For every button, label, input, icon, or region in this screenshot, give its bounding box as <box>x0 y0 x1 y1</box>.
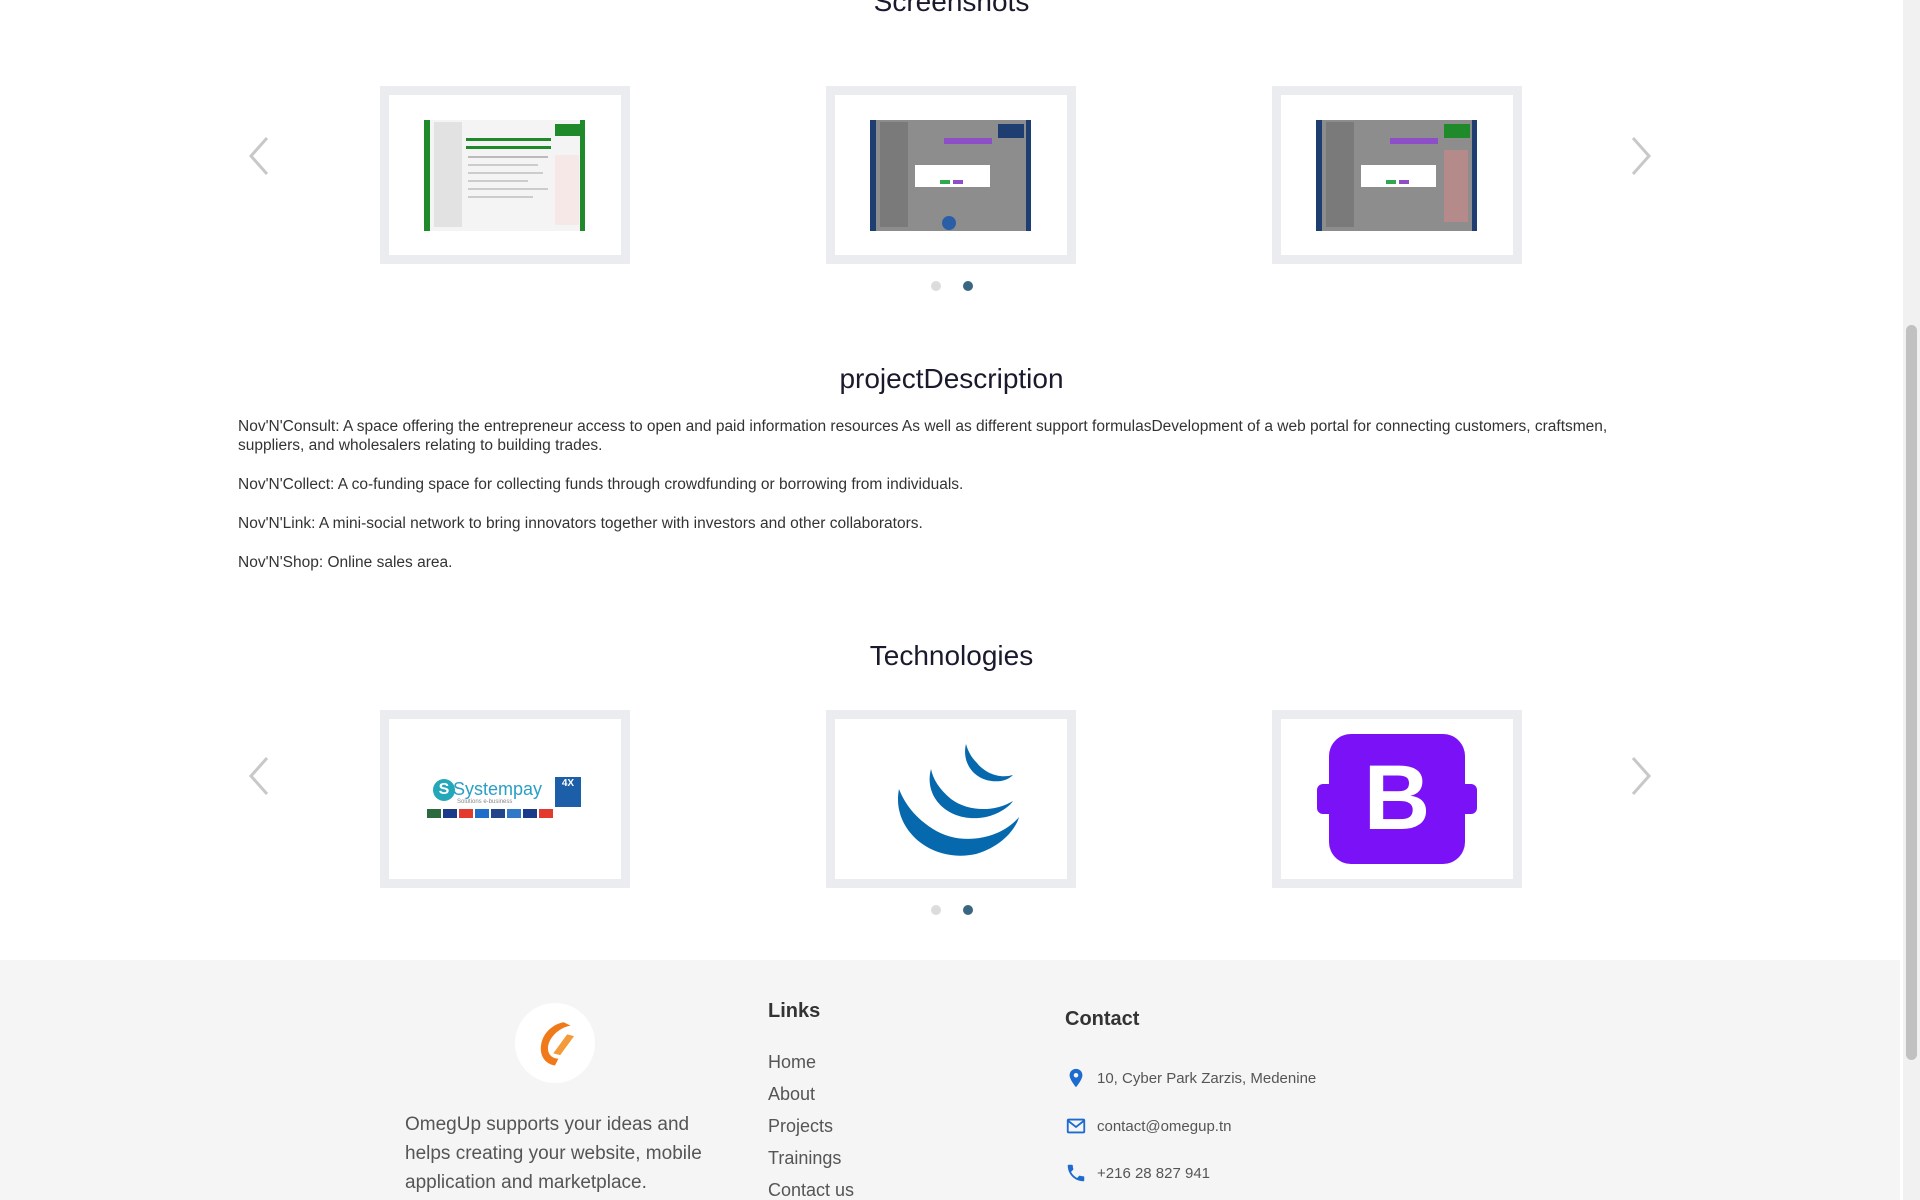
bootstrap-letter: B <box>1363 747 1431 849</box>
contact-address: 10, Cyber Park Zarzis, Medenine <box>1065 1067 1316 1089</box>
footer-links-title: Links <box>768 1000 821 1022</box>
contact-phone-text[interactable]: +216 28 827 941 <box>1097 1165 1210 1182</box>
omegup-logo[interactable] <box>515 1003 595 1083</box>
pagination-dot-2[interactable] <box>962 905 973 915</box>
chevron-left-icon <box>248 137 269 175</box>
footer-link-trainings[interactable]: Trainings <box>768 1142 854 1174</box>
pagination-dot-1[interactable] <box>930 905 941 915</box>
chevron-right-icon <box>1631 137 1652 175</box>
footer-links: Home About Projects Trainings Contact us <box>768 1046 854 1200</box>
screenshots-carousel <box>240 86 1663 286</box>
technologies-title: Technologies <box>869 640 1034 671</box>
screenshot-thumbnail <box>870 120 1031 231</box>
chevron-left-icon <box>248 757 269 795</box>
pagination-dot-2[interactable] <box>962 281 973 291</box>
technologies-pagination <box>0 905 1900 915</box>
technologies-carousel: S Systempay Solutions e-business 4X B <box>240 710 1663 910</box>
contact-email[interactable]: contact@omegup.tn <box>1065 1115 1231 1137</box>
email-icon <box>1066 1118 1086 1134</box>
systempay-tagline: Solutions e-business <box>457 799 513 805</box>
footer-link-projects[interactable]: Projects <box>768 1110 854 1142</box>
footer-about-text: OmegUp supports your ideas and helps cre… <box>405 1114 702 1193</box>
footer-link-about[interactable]: About <box>768 1078 854 1110</box>
location-pin-icon <box>1069 1068 1083 1088</box>
page-scrollbar[interactable] <box>1903 0 1920 1200</box>
bootstrap-logo: B <box>1317 734 1477 864</box>
footer-contact-title: Contact <box>1065 1008 1140 1030</box>
screenshots-pagination <box>0 281 1900 291</box>
contact-email-text[interactable]: contact@omegup.tn <box>1097 1118 1231 1135</box>
screenshots-next-arrow[interactable] <box>1620 126 1660 186</box>
screenshot-thumbnail <box>1316 120 1477 231</box>
scrollbar-thumb[interactable] <box>1906 325 1917 1060</box>
technology-slide-jquery[interactable] <box>826 710 1076 888</box>
screenshot-slide-3[interactable] <box>1272 86 1522 264</box>
screenshot-thumbnail <box>424 120 585 231</box>
description-paragraph: Nov'N'Shop: Online sales area. <box>238 554 453 571</box>
systempay-logo: S Systempay Solutions e-business 4X <box>427 777 583 821</box>
footer-link-contact[interactable]: Contact us <box>768 1174 854 1200</box>
badge-4x: 4X <box>555 777 581 807</box>
project-description: Nov'N'Consult: A space offering the entr… <box>238 417 1638 592</box>
contact-phone[interactable]: +216 28 827 941 <box>1065 1162 1210 1184</box>
contact-address-text: 10, Cyber Park Zarzis, Medenine <box>1097 1069 1317 1087</box>
chevron-right-icon <box>1631 757 1652 795</box>
footer <box>0 960 1900 1200</box>
screenshots-prev-arrow[interactable] <box>240 126 280 186</box>
phone-icon <box>1067 1164 1085 1182</box>
description-paragraph: Nov'N'Link: A mini-social network to bri… <box>238 515 923 532</box>
omegup-logo-icon <box>540 1022 575 1066</box>
technologies-prev-arrow[interactable] <box>240 746 280 806</box>
pagination-dot-1[interactable] <box>930 281 941 291</box>
screenshot-slide-1[interactable] <box>380 86 630 264</box>
jquery-logo-icon <box>897 744 1019 856</box>
technologies-next-arrow[interactable] <box>1620 746 1660 806</box>
description-paragraph: Nov'N'Collect: A co-funding space for co… <box>238 476 964 493</box>
screenshot-slide-2[interactable] <box>826 86 1076 264</box>
description-paragraph: Nov'N'Consult: A space offering the entr… <box>238 418 1608 454</box>
technology-slide-systempay[interactable]: S Systempay Solutions e-business 4X <box>380 710 630 888</box>
footer-link-home[interactable]: Home <box>768 1046 854 1078</box>
technology-slide-bootstrap[interactable]: B <box>1272 710 1522 888</box>
page: Screenshots projectDescription Nov'N'Con… <box>0 0 1900 1200</box>
systempay-wordmark: Systempay <box>453 779 543 799</box>
screenshots-title: Screenshots <box>873 0 1030 17</box>
description-title: projectDescription <box>839 363 1064 394</box>
